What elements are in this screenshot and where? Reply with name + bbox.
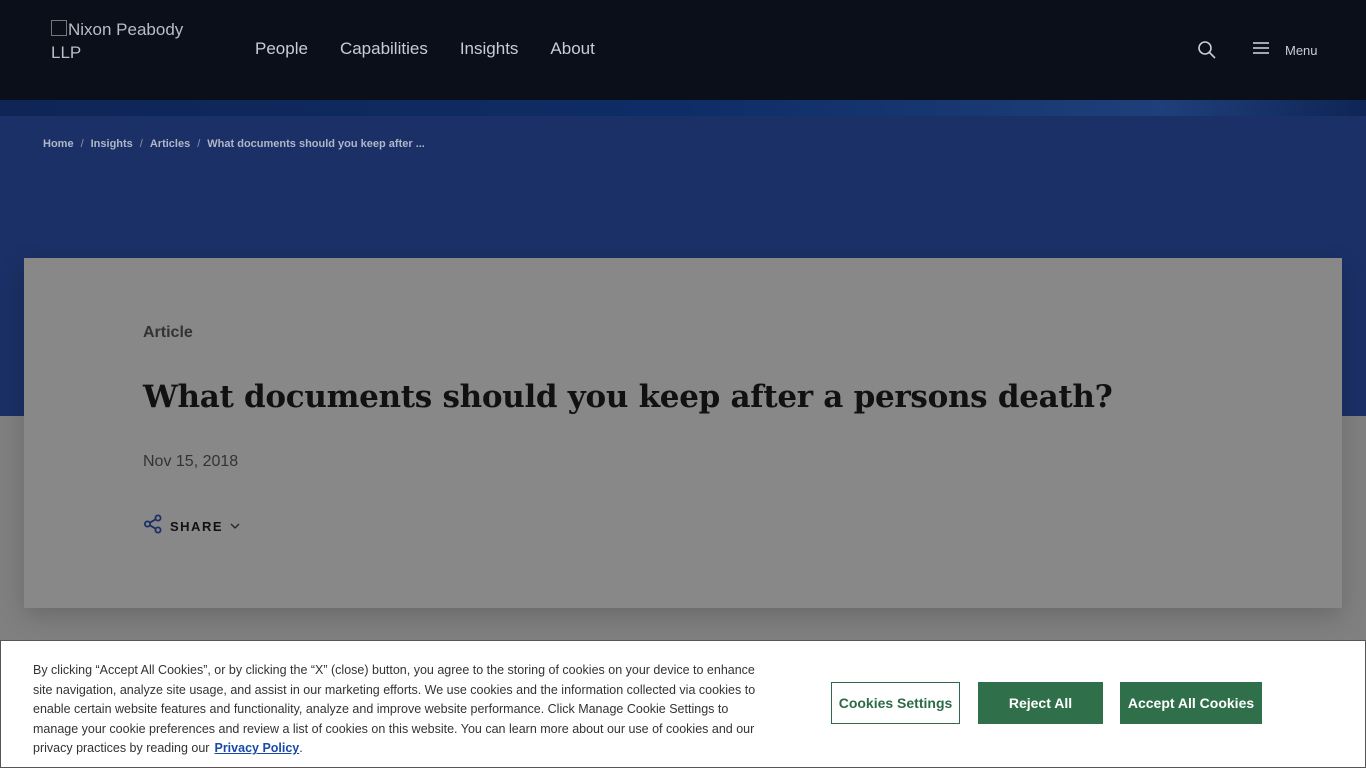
nav-item-people[interactable]: People <box>255 39 308 59</box>
cookie-consent-text: By clicking “Accept All Cookies”, or by … <box>33 663 756 756</box>
article-date: Nov 15, 2018 <box>143 453 239 470</box>
article-type: Article <box>143 324 193 341</box>
breadcrumb-articles[interactable]: Articles <box>150 138 190 150</box>
breadcrumb-separator: / <box>197 138 201 150</box>
cookie-consent-body: By clicking “Accept All Cookies”, or by … <box>33 663 756 756</box>
share-label: SHARE <box>170 519 224 534</box>
breadcrumb-insights[interactable]: Insights <box>91 138 133 150</box>
menu-button[interactable]: Menu <box>1252 40 1318 61</box>
search-icon[interactable] <box>1197 40 1217 60</box>
breadcrumb-current: What documents should you keep after ... <box>207 138 425 150</box>
nav-item-insights[interactable]: Insights <box>460 39 519 59</box>
breadcrumb-separator: / <box>139 138 143 150</box>
nav-item-capabilities[interactable]: Capabilities <box>340 39 428 59</box>
reject-all-button[interactable]: Reject All <box>978 682 1103 724</box>
breadcrumb-home[interactable]: Home <box>43 138 74 150</box>
site-header: Nixon Peabody LLP People Capabilities In… <box>0 0 1366 100</box>
article-card: Article What documents should you keep a… <box>24 258 1342 608</box>
broken-image-icon <box>51 20 67 36</box>
share-icon <box>143 514 163 539</box>
privacy-policy-link[interactable]: Privacy Policy <box>214 741 299 755</box>
hamburger-icon <box>1252 40 1270 61</box>
logo-alt-text: Nixon Peabody LLP <box>51 20 184 62</box>
logo[interactable]: Nixon Peabody LLP <box>51 18 201 64</box>
cookies-settings-button[interactable]: Cookies Settings <box>831 682 960 724</box>
chevron-down-icon <box>230 518 240 536</box>
breadcrumb-separator: / <box>80 138 84 150</box>
accept-all-cookies-button[interactable]: Accept All Cookies <box>1120 682 1262 724</box>
cookie-banner: By clicking “Accept All Cookies”, or by … <box>0 640 1366 768</box>
share-button[interactable]: SHARE <box>143 514 240 539</box>
header-accent-band <box>0 100 1366 116</box>
page-title: What documents should you keep after a p… <box>143 379 1113 415</box>
breadcrumb: Home / Insights / Articles / What docume… <box>43 138 425 150</box>
main-nav: People Capabilities Insights About <box>255 39 595 59</box>
nav-item-about[interactable]: About <box>550 39 594 59</box>
menu-label: Menu <box>1285 43 1318 58</box>
